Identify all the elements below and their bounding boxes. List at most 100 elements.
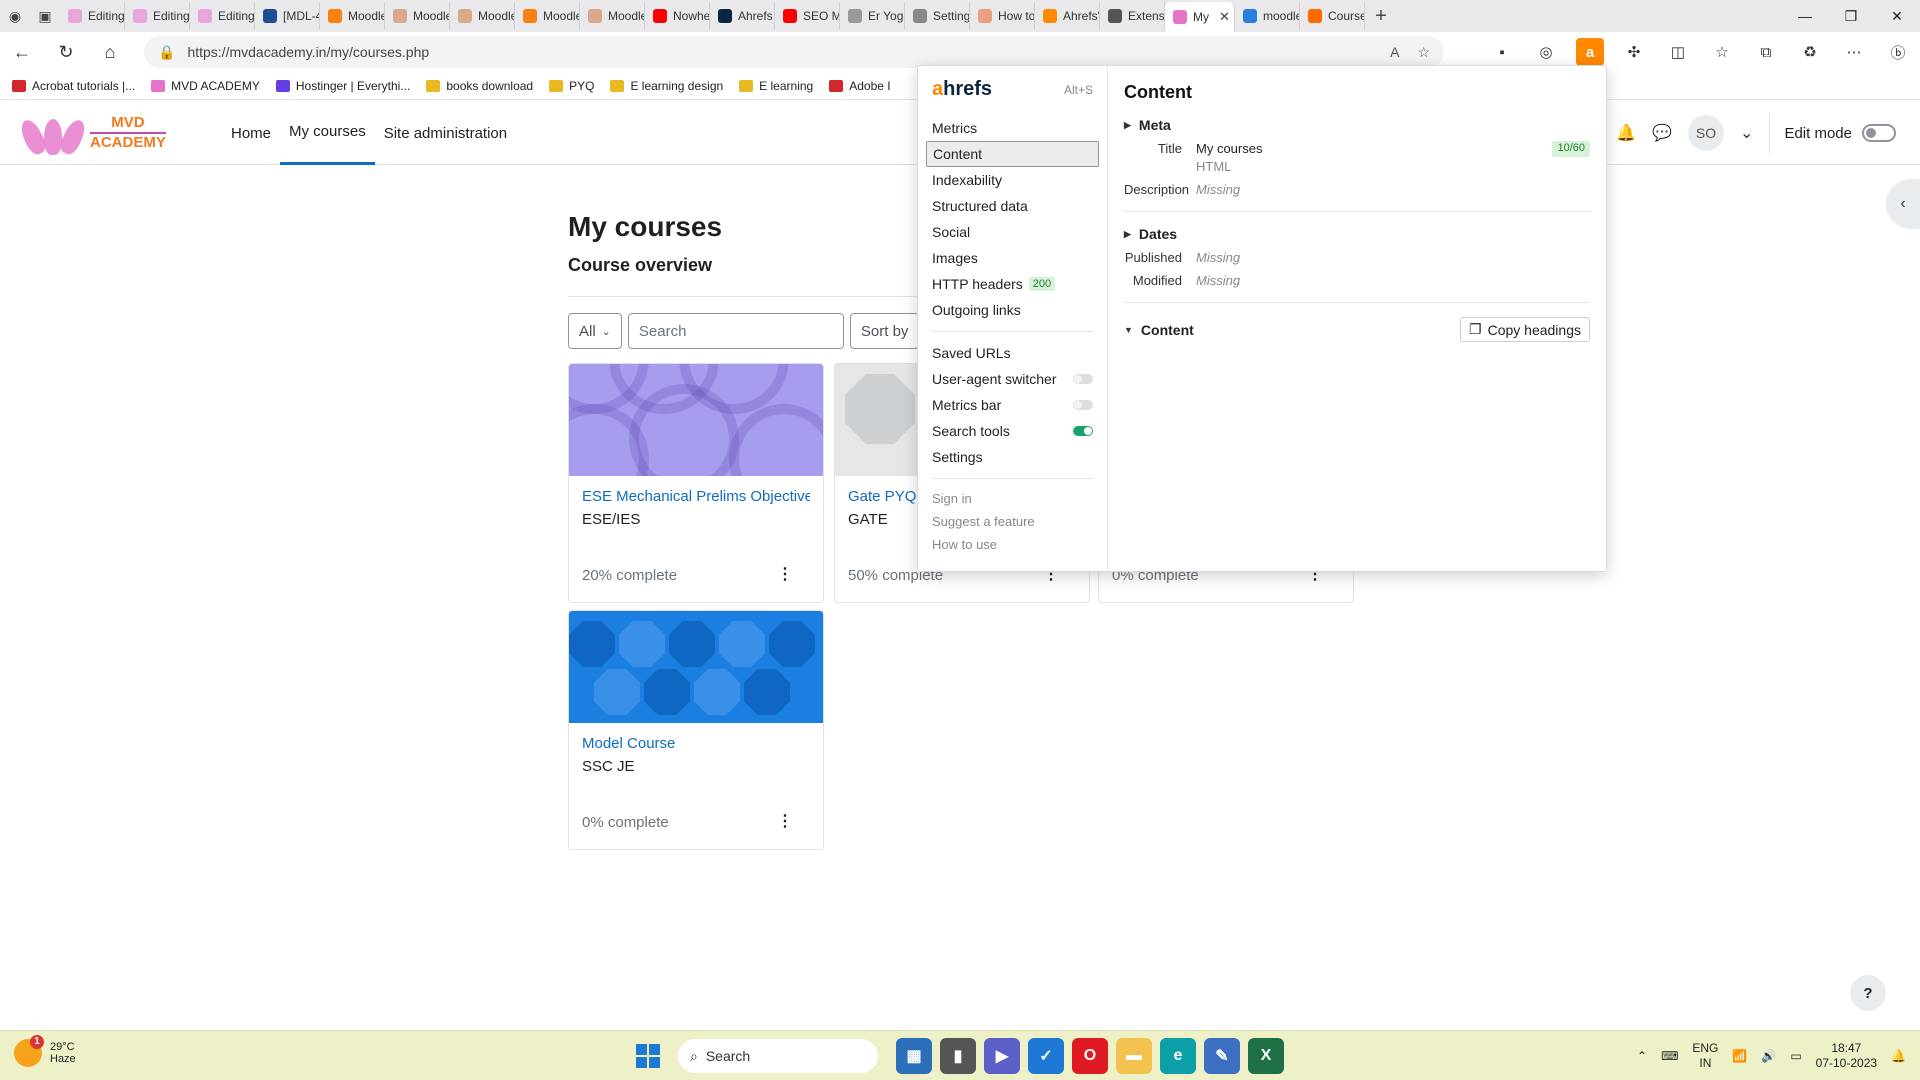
taskbar-search[interactable]: ⌕ Search bbox=[678, 1039, 878, 1073]
browser-tab[interactable]: How to bbox=[970, 2, 1035, 30]
sort-dropdown[interactable]: Sort by bbox=[849, 313, 920, 349]
browser-tab[interactable]: Editing bbox=[60, 2, 125, 30]
read-aloud-icon[interactable]: A bbox=[1390, 44, 1399, 61]
chevron-down-icon[interactable]: ⌄ bbox=[1740, 123, 1753, 143]
bookmark-item[interactable]: E learning design bbox=[610, 79, 723, 93]
course-card[interactable]: ESE Mechanical Prelims Objective ESE/IES… bbox=[568, 363, 824, 603]
chevron-up-icon[interactable]: ⌃ bbox=[1637, 1049, 1647, 1063]
collections-icon[interactable]: ⧉ bbox=[1744, 32, 1788, 72]
course-search-input[interactable] bbox=[627, 313, 844, 349]
bookmark-item[interactable]: Adobe I bbox=[829, 79, 891, 93]
messages-icon[interactable]: 💬 bbox=[1652, 123, 1672, 143]
ahrefs-how-to-use-link[interactable]: How to use bbox=[926, 533, 1099, 556]
course-actions-menu-icon[interactable]: ⋮ bbox=[777, 811, 793, 831]
browser-tab[interactable]: Ahrefs' bbox=[1035, 2, 1100, 30]
browser-tab[interactable]: Moodle bbox=[515, 2, 580, 30]
sync-icon[interactable]: ♻ bbox=[1788, 32, 1832, 72]
metrics-bar-toggle[interactable] bbox=[1073, 400, 1093, 410]
volume-icon[interactable]: 🔊 bbox=[1761, 1049, 1776, 1063]
meta-section-header[interactable]: ▶ Meta bbox=[1124, 117, 1590, 133]
reload-button[interactable]: ↻ bbox=[44, 32, 88, 72]
dates-section-header[interactable]: ▶ Dates bbox=[1124, 226, 1590, 242]
close-window-button[interactable]: ✕ bbox=[1874, 0, 1920, 32]
nav-site-administration[interactable]: Site administration bbox=[375, 101, 516, 165]
browser-tab[interactable]: Nowher bbox=[645, 2, 710, 30]
ahrefs-menu-user-agent-switcher[interactable]: User-agent switcher bbox=[926, 366, 1099, 392]
ahrefs-suggest-feature-link[interactable]: Suggest a feature bbox=[926, 510, 1099, 533]
browser-tab[interactable]: moodle bbox=[1235, 2, 1300, 30]
browser-tab[interactable]: Moodle bbox=[385, 2, 450, 30]
file-app-icon[interactable]: ▮ bbox=[940, 1038, 976, 1074]
browser-tab[interactable]: My ✕ bbox=[1165, 2, 1235, 32]
user-agent-switcher-toggle[interactable] bbox=[1073, 374, 1093, 384]
grouping-dropdown[interactable]: All ⌄ bbox=[568, 313, 622, 349]
site-logo[interactable]: MVD ACADEMY bbox=[17, 111, 166, 158]
browser-tab[interactable]: Editing bbox=[190, 2, 255, 30]
copy-headings-button[interactable]: ❐ Copy headings bbox=[1460, 317, 1590, 342]
ahrefs-menu-http-headers[interactable]: HTTP headers 200 bbox=[926, 271, 1099, 297]
ahrefs-menu-metrics-bar[interactable]: Metrics bar bbox=[926, 392, 1099, 418]
app-icon[interactable]: ✎ bbox=[1204, 1038, 1240, 1074]
ahrefs-menu-settings[interactable]: Settings bbox=[926, 444, 1099, 470]
tab-actions-icon[interactable]: ▣ bbox=[30, 0, 60, 32]
restore-button[interactable]: ❐ bbox=[1828, 0, 1874, 32]
ahrefs-extension-icon[interactable]: a bbox=[1576, 38, 1604, 66]
content-section-header[interactable]: ▼ Content ❐ Copy headings bbox=[1124, 317, 1590, 342]
course-card[interactable]: Model Course SSC JE 0% complete ⋮ bbox=[568, 610, 824, 850]
bookmark-item[interactable]: MVD ACADEMY bbox=[151, 79, 260, 93]
browser-tab[interactable]: Editing bbox=[125, 2, 190, 30]
ahrefs-menu-metrics[interactable]: Metrics bbox=[926, 115, 1099, 141]
ahrefs-sign-in-link[interactable]: Sign in bbox=[926, 487, 1099, 510]
profile-icon[interactable]: ◉ bbox=[0, 0, 30, 32]
course-actions-menu-icon[interactable]: ⋮ bbox=[777, 564, 793, 584]
ahrefs-menu-social[interactable]: Social bbox=[926, 219, 1099, 245]
ahrefs-menu-search-tools[interactable]: Search tools bbox=[926, 418, 1099, 444]
windows-start-icon[interactable] bbox=[636, 1044, 660, 1068]
avatar[interactable]: SO bbox=[1688, 115, 1725, 151]
clock[interactable]: 18:47 07-10-2023 bbox=[1816, 1041, 1877, 1071]
more-menu-icon[interactable]: ⋯ bbox=[1832, 32, 1876, 72]
ahrefs-menu-outgoing-links[interactable]: Outgoing links bbox=[926, 297, 1099, 323]
favorites-icon[interactable]: ☆ bbox=[1700, 32, 1744, 72]
battery-icon[interactable]: ▭ bbox=[1790, 1049, 1801, 1063]
opera-icon[interactable]: O bbox=[1072, 1038, 1108, 1074]
nav-my-courses[interactable]: My courses bbox=[280, 101, 375, 165]
split-screen-icon[interactable]: ◫ bbox=[1656, 32, 1700, 72]
extensions-puzzle-icon[interactable]: ✣ bbox=[1612, 32, 1656, 72]
bookmark-item[interactable]: Acrobat tutorials |... bbox=[12, 79, 135, 93]
help-button[interactable]: ? bbox=[1850, 975, 1886, 1011]
browser-tab[interactable]: SEO Mir bbox=[775, 2, 840, 30]
keyboard-icon[interactable]: ⌨ bbox=[1661, 1049, 1678, 1063]
bookmark-item[interactable]: Hostinger | Everythi... bbox=[275, 79, 410, 93]
ahrefs-menu-images[interactable]: Images bbox=[926, 245, 1099, 271]
todo-icon[interactable]: ✓ bbox=[1028, 1038, 1064, 1074]
browser-tab[interactable]: Er Yoge bbox=[840, 2, 905, 30]
nav-home[interactable]: Home bbox=[222, 101, 280, 165]
browser-tab[interactable]: Moodle bbox=[320, 2, 385, 30]
excel-icon[interactable]: X bbox=[1248, 1038, 1284, 1074]
close-tab-icon[interactable]: ✕ bbox=[1219, 9, 1230, 25]
bookmark-item[interactable]: PYQ bbox=[549, 79, 594, 93]
edit-mode-toggle[interactable] bbox=[1862, 124, 1896, 142]
file-explorer-icon[interactable]: ▬ bbox=[1116, 1038, 1152, 1074]
browser-tab[interactable]: Course: bbox=[1300, 2, 1365, 30]
bookmark-item[interactable]: E learning bbox=[739, 79, 813, 93]
wifi-icon[interactable]: 📶 bbox=[1732, 1049, 1747, 1063]
course-name-link[interactable]: Model Course bbox=[582, 735, 810, 752]
back-button[interactable]: ← bbox=[0, 32, 44, 72]
favorite-star-icon[interactable]: ☆ bbox=[1417, 44, 1430, 61]
course-name-link[interactable]: ESE Mechanical Prelims Objective bbox=[582, 488, 810, 505]
ahrefs-menu-content[interactable]: Content bbox=[926, 141, 1099, 167]
browser-tab[interactable]: Moodle bbox=[580, 2, 645, 30]
browser-tab[interactable]: Ahrefs S bbox=[710, 2, 775, 30]
ahrefs-menu-saved-urls[interactable]: Saved URLs bbox=[926, 340, 1099, 366]
open-drawer-button[interactable]: ‹ bbox=[1886, 179, 1920, 229]
bookmark-item[interactable]: books download bbox=[426, 79, 533, 93]
browser-tab[interactable]: Extensio bbox=[1100, 2, 1165, 30]
ahrefs-menu-structured-data[interactable]: Structured data bbox=[926, 193, 1099, 219]
browser-tab[interactable]: [MDL-4 bbox=[255, 2, 320, 30]
ahrefs-menu-indexability[interactable]: Indexability bbox=[926, 167, 1099, 193]
teams-icon[interactable]: ▶ bbox=[984, 1038, 1020, 1074]
notifications-bell-icon[interactable]: 🔔 bbox=[1891, 1049, 1906, 1063]
minimize-button[interactable]: — bbox=[1782, 0, 1828, 32]
